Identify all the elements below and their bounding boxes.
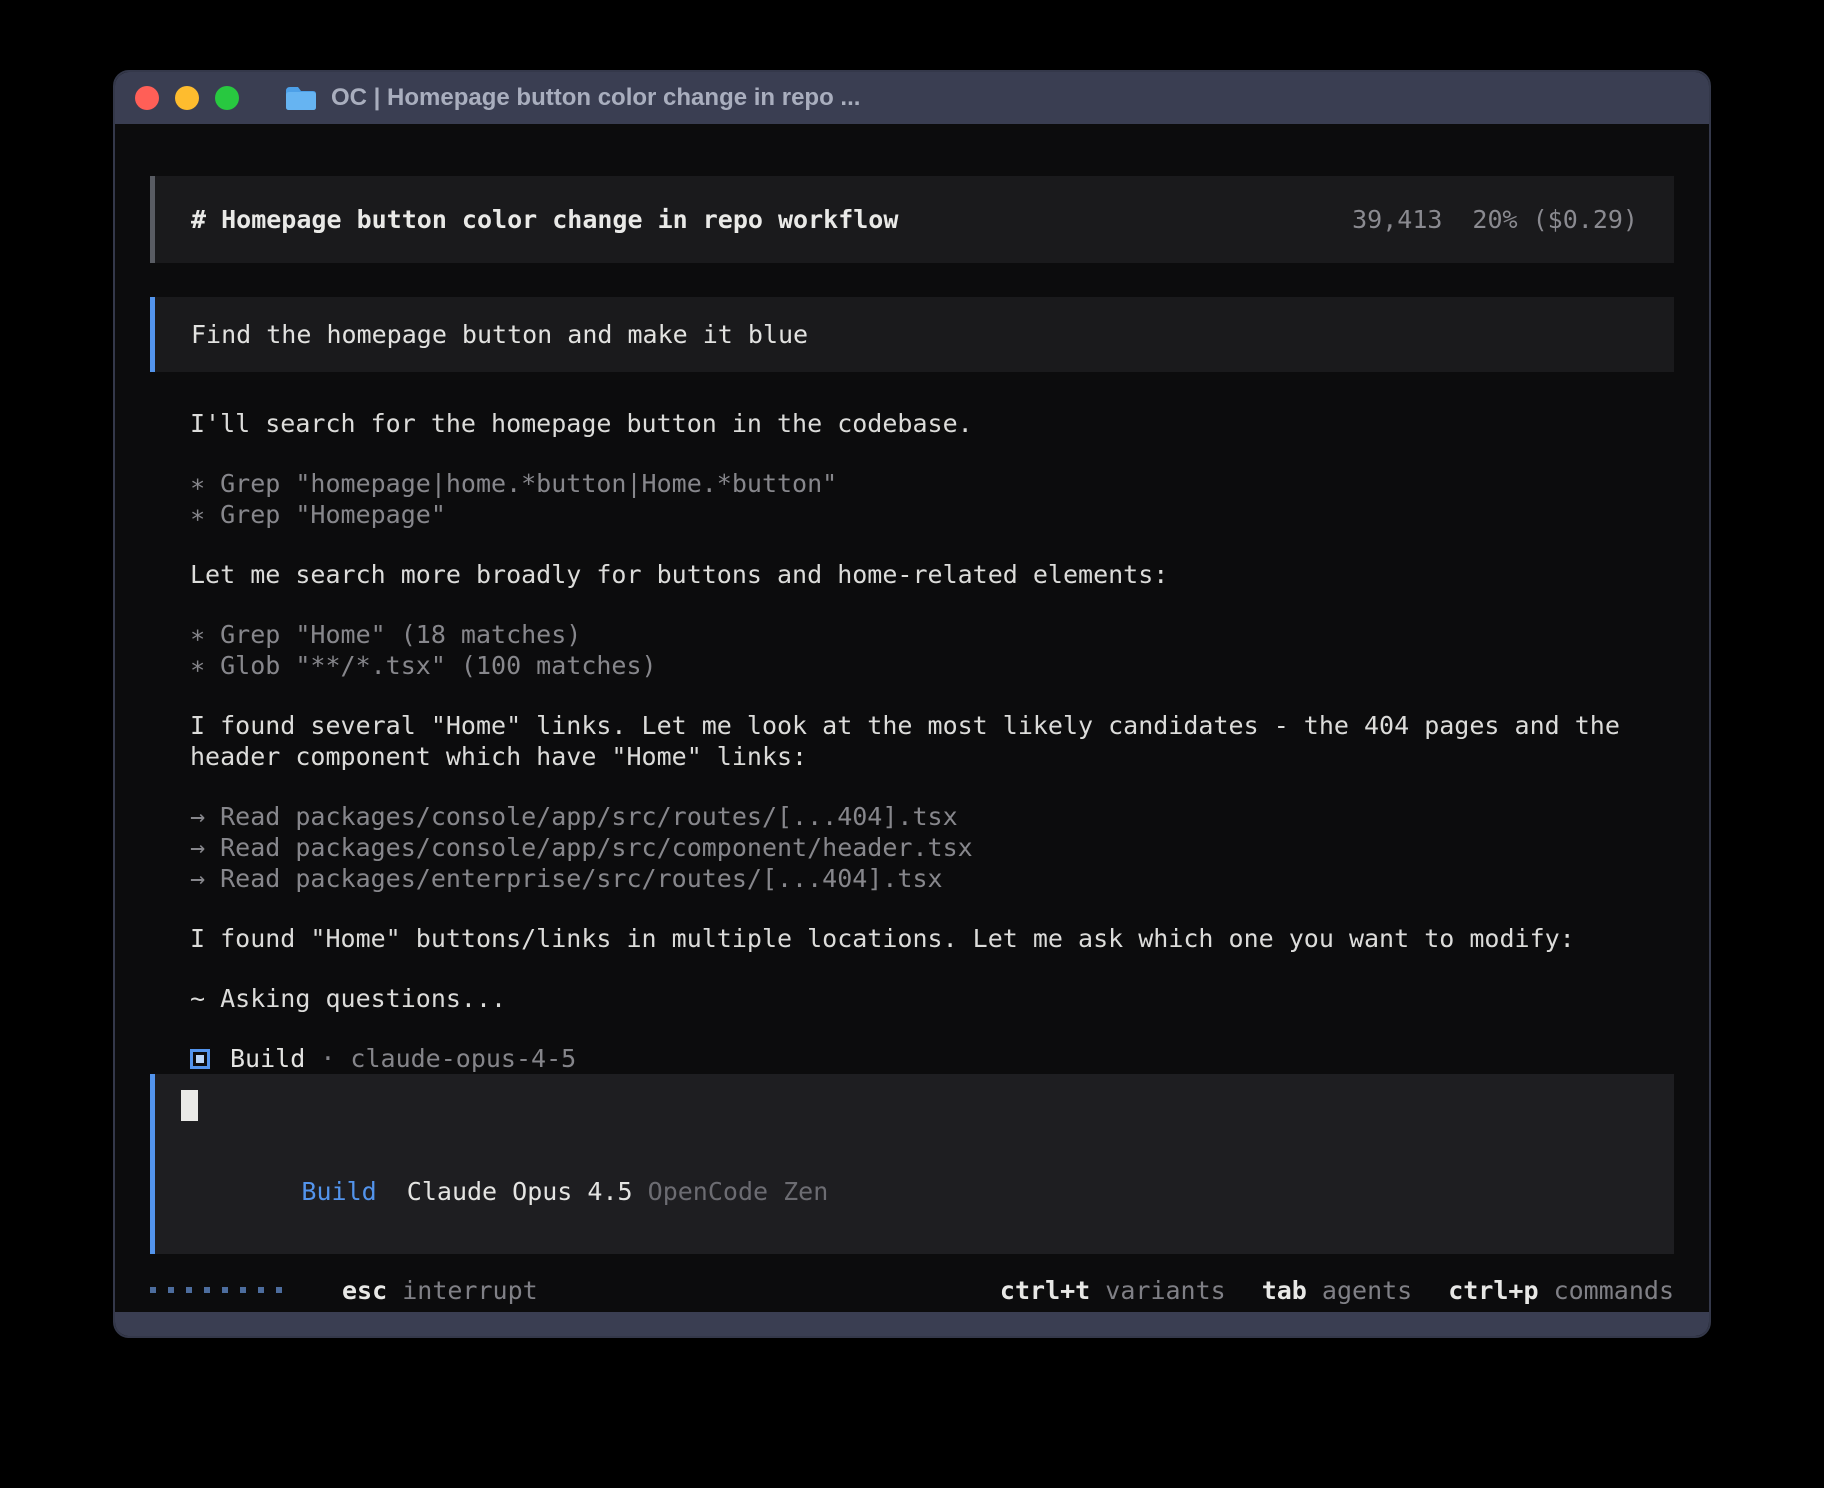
user-message-text: Find the homepage button and make it blu… [191,319,808,350]
context-cost: 20% ($0.29) [1472,205,1638,234]
shortcut-key: ctrl+p [1448,1276,1538,1305]
minimize-button[interactable] [175,86,199,110]
esc-key: esc [342,1276,387,1305]
spinner-dot [186,1287,192,1293]
text-cursor [181,1090,198,1121]
shortcut-label: variants [1090,1276,1225,1305]
session-title: # Homepage button color change in repo w… [191,204,898,235]
window-footer [115,1312,1709,1336]
session-stats: 39,413 20% ($0.29) [1352,204,1638,235]
terminal-window: OC | Homepage button color change in rep… [113,70,1711,1338]
spinner-dots [150,1287,294,1293]
transcript-line: ∗ Grep "homepage|home.*button|Home.*butt… [190,468,1674,499]
spinner-dot [204,1287,210,1293]
esc-hint: esc interrupt [342,1275,538,1306]
window-title: OC | Homepage button color change in rep… [331,84,860,112]
session-header: # Homepage button color change in repo w… [150,176,1674,263]
shortcut-label: agents [1307,1276,1412,1305]
transcript-line: → Read packages/console/app/src/componen… [190,832,1674,863]
transcript: I'll search for the homepage button in t… [150,408,1674,1014]
zoom-button[interactable] [215,86,239,110]
transcript-line: I'll search for the homepage button in t… [190,408,1674,439]
transcript-line: → Read packages/enterprise/src/routes/[.… [190,863,1674,894]
shortcut-agents: tab agents [1262,1275,1413,1306]
esc-label: interrupt [402,1276,537,1305]
transcript-line: ∗ Grep "Home" (18 matches) [190,619,1674,650]
spinner-dot [276,1287,282,1293]
close-button[interactable] [135,86,159,110]
agent-model: · claude-opus-4-5 [305,1043,576,1074]
transcript-line: ~ Asking questions... [190,983,1674,1014]
transcript-line: → Read packages/console/app/src/routes/[… [190,801,1674,832]
transcript-line: I found "Home" buttons/links in multiple… [190,923,1674,954]
prompt-input[interactable]: Build Claude Opus 4.5 OpenCode Zen [150,1074,1674,1254]
titlebar[interactable]: OC | Homepage button color change in rep… [115,72,1709,124]
agent-name: Build [230,1043,305,1074]
transcript-line: ∗ Grep "Homepage" [190,499,1674,530]
shortcut-commands: ctrl+p commands [1448,1275,1674,1306]
shortcut-key: tab [1262,1276,1307,1305]
transcript-line: I found several "Home" links. Let me loo… [190,710,1674,772]
spinner-dot [168,1287,174,1293]
agent-build-icon [190,1049,210,1069]
spinner-dot [258,1287,264,1293]
shortcut-hints: ctrl+t variants tab agents ctrl+p commands [964,1275,1674,1306]
shortcut-label: commands [1539,1276,1674,1305]
spinner-dot [150,1287,156,1293]
spinner-dot [240,1287,246,1293]
input-provider-label: OpenCode Zen [648,1177,829,1206]
agent-status-line: Build · claude-opus-4-5 [150,1043,1674,1074]
terminal-content: # Homepage button color change in repo w… [115,124,1709,1312]
spinner-dot [222,1287,228,1293]
shortcut-variants: ctrl+t variants [1000,1275,1226,1306]
input-model-label: Claude Opus 4.5 [407,1177,633,1206]
transcript-line: ∗ Glob "**/*.tsx" (100 matches) [190,650,1674,681]
user-message: Find the homepage button and make it blu… [150,297,1674,372]
input-agent-label: Build [301,1177,376,1206]
shortcut-key: ctrl+t [1000,1276,1090,1305]
transcript-line: Let me search more broadly for buttons a… [190,559,1674,590]
folder-icon [285,85,317,111]
status-bar: esc interrupt ctrl+t variantstab agentsc… [150,1268,1674,1312]
model-row: Build Claude Opus 4.5 OpenCode Zen [181,1145,1648,1238]
token-count: 39,413 [1352,205,1442,234]
